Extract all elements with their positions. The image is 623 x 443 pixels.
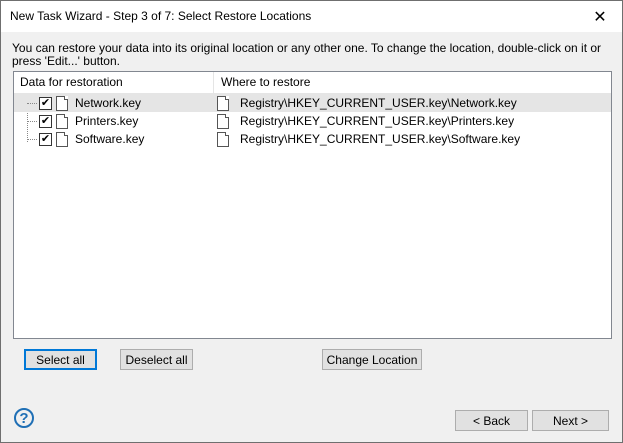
close-icon: ✕ [593, 8, 607, 26]
list-item[interactable]: ✔ Software.key Registry\HKEY_CURRENT_USE… [14, 130, 611, 148]
file-icon [56, 114, 68, 129]
file-icon [56, 96, 68, 111]
next-button[interactable]: Next > [532, 410, 609, 431]
tree-branch [27, 139, 37, 140]
back-button[interactable]: < Back [455, 410, 528, 431]
row-name: Network.key [75, 96, 142, 110]
column-header-data[interactable]: Data for restoration [14, 72, 214, 93]
row-checkbox[interactable]: ✔ [39, 115, 52, 128]
file-icon [217, 96, 229, 111]
list-header: Data for restoration Where to restore [14, 72, 611, 94]
restore-locations-list[interactable]: Data for restoration Where to restore ✔ … [13, 71, 612, 339]
wizard-window: New Task Wizard - Step 3 of 7: Select Re… [0, 0, 623, 443]
row-location: Registry\HKEY_CURRENT_USER.key\Software.… [240, 132, 521, 146]
file-icon [217, 114, 229, 129]
close-button[interactable]: ✕ [578, 1, 622, 32]
title-bar: New Task Wizard - Step 3 of 7: Select Re… [1, 1, 622, 32]
list-item[interactable]: ✔ Network.key Registry\HKEY_CURRENT_USER… [14, 94, 611, 112]
select-all-button[interactable]: Select all [24, 349, 97, 370]
file-icon [217, 132, 229, 147]
change-location-button[interactable]: Change Location [322, 349, 422, 370]
row-location: Registry\HKEY_CURRENT_USER.key\Network.k… [240, 96, 517, 110]
column-header-location[interactable]: Where to restore [215, 72, 611, 93]
window-title: New Task Wizard - Step 3 of 7: Select Re… [10, 9, 312, 23]
instructions-text: You can restore your data into its origi… [12, 41, 602, 68]
row-location: Registry\HKEY_CURRENT_USER.key\Printers.… [240, 114, 515, 128]
tree-branch [27, 121, 37, 122]
row-name: Software.key [75, 132, 145, 146]
help-icon[interactable]: ? [14, 408, 34, 428]
deselect-all-button[interactable]: Deselect all [120, 349, 193, 370]
row-checkbox[interactable]: ✔ [39, 97, 52, 110]
row-name: Printers.key [75, 114, 139, 128]
row-checkbox[interactable]: ✔ [39, 133, 52, 146]
list-item[interactable]: ✔ Printers.key Registry\HKEY_CURRENT_USE… [14, 112, 611, 130]
file-icon [56, 132, 68, 147]
tree-branch [27, 103, 37, 104]
